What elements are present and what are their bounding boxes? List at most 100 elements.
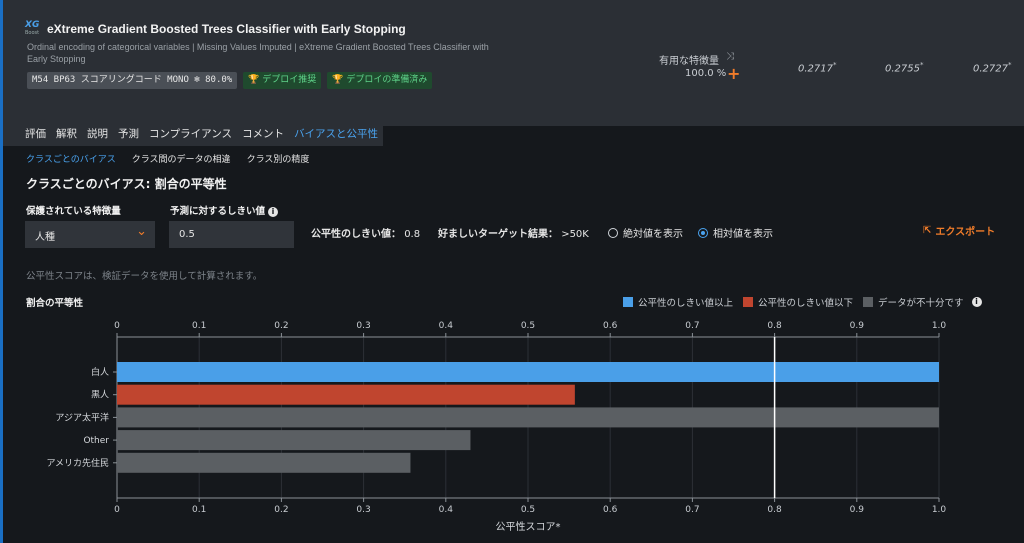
tab-compliance[interactable]: コンプライアンス xyxy=(144,126,238,146)
export-icon: ⇱ xyxy=(923,225,932,236)
y-tick-label: 白人 xyxy=(91,366,109,378)
tab-evaluate[interactable]: 評価 xyxy=(3,126,51,146)
protected-feature-value: 人種 xyxy=(35,232,55,243)
tab-predict[interactable]: 予測 xyxy=(113,126,144,146)
legend-label: 公平性のしきい値以上 xyxy=(638,298,734,309)
y-tick-label: アメリカ先住民 xyxy=(46,457,109,469)
favorable-target: 好ましいターゲット結果： >50K xyxy=(438,225,589,240)
x-tick-label-top: 0.9 xyxy=(850,321,865,331)
radio-relative[interactable]: 相対値を表示 xyxy=(698,225,773,240)
x-tick-label-top: 0.4 xyxy=(439,321,454,331)
favorable-target-label: 好ましいターゲット結果： xyxy=(438,229,558,240)
y-tick-label: 黒人 xyxy=(91,390,109,401)
x-tick-label-bottom: 0.4 xyxy=(439,505,454,515)
y-tick-label: アジア太平洋 xyxy=(55,411,109,423)
info-icon[interactable]: i xyxy=(971,297,982,307)
export-label: エクスポート xyxy=(935,227,996,238)
radio-absolute-label: 絶対値を表示 xyxy=(623,229,683,240)
x-tick-label-top: 0.2 xyxy=(274,321,288,331)
score-value: 0.2727 xyxy=(973,63,1008,75)
model-info-badge: M54 BP63 スコアリングコード MONO ❄ 80.0% xyxy=(27,72,238,89)
fairness-threshold-value: 0.8 xyxy=(404,229,421,240)
legend-item-above: 公平性のしきい値以上 xyxy=(623,295,733,309)
fairness-threshold-label: 公平性のしきい値： xyxy=(311,229,401,240)
model-header: XG Boost eXtreme Gradient Boosted Trees … xyxy=(3,0,1024,126)
x-tick-label-top: 0.6 xyxy=(603,321,618,331)
x-tick-label-top: 0.3 xyxy=(356,321,370,331)
prediction-threshold-input[interactable] xyxy=(169,221,294,248)
score-holdout: 0.2727* xyxy=(973,61,1012,74)
y-tick-label: Other xyxy=(83,436,109,446)
favorable-target-value: >50K xyxy=(561,229,589,240)
score-value: 0.2717 xyxy=(798,63,833,75)
score-mark: * xyxy=(1008,61,1012,69)
main-tabs: 評価 解釈 説明 予測 コンプライアンス コメント バイアスと公平性 xyxy=(3,126,384,146)
bar xyxy=(117,430,471,451)
add-icon[interactable]: + xyxy=(727,64,740,83)
x-tick-label-bottom: 0.1 xyxy=(192,505,206,515)
radio-relative-label: 相対値を表示 xyxy=(713,229,773,240)
bar xyxy=(117,362,939,382)
bar xyxy=(117,407,939,428)
protected-feature-label: 保護されている特徴量 xyxy=(26,206,121,217)
logo-subtext: Boost xyxy=(25,30,40,36)
info-icon[interactable]: i xyxy=(268,207,279,217)
x-tick-label-top: 0.7 xyxy=(685,321,699,331)
subtab-per-class-bias[interactable]: クラスごとのバイアス xyxy=(26,152,116,165)
x-tick-label-bottom: 1.0 xyxy=(932,505,947,515)
score-value: 0.2755 xyxy=(885,63,920,75)
legend-swatch xyxy=(743,297,754,307)
x-tick-label-bottom: 0.5 xyxy=(521,505,535,515)
legend-label: 公平性のしきい値以下 xyxy=(758,298,854,309)
shuffle-icon[interactable]: ⤨ xyxy=(726,51,734,62)
xgboost-logo-icon: XG Boost xyxy=(25,21,41,37)
sub-tabs: クラスごとのバイアス クラス間のデータの相違 クラス別の精度 xyxy=(26,152,309,165)
legend-item-below: 公平性のしきい値以下 xyxy=(743,295,853,309)
subtab-cross-class-disparity[interactable]: クラス間のデータの相違 xyxy=(132,152,231,165)
chart-heading: 割合の平等性 xyxy=(26,298,84,309)
legend-swatch xyxy=(623,297,633,307)
model-title[interactable]: eXtreme Gradient Boosted Trees Classifie… xyxy=(47,22,406,36)
x-tick-label-bottom: 0.3 xyxy=(356,505,370,515)
fairness-bar-chart: 0 0 0.1 0.1 0.2 0.2 0.3 0.3 0.4 0.4 0.5 0.5 0.6 0.6 0.… xyxy=(46,321,947,533)
prediction-threshold-label-group: 予測に対するしきい値 i xyxy=(170,203,279,217)
radio-dot[interactable] xyxy=(608,227,618,238)
legend-swatch xyxy=(863,297,874,307)
tab-comments[interactable]: コメント xyxy=(237,126,290,146)
legend-item-insufficient: データが不十分です i xyxy=(863,295,982,309)
export-button[interactable]: ⇱ エクスポート xyxy=(923,223,995,238)
x-tick-label-bottom: 0.8 xyxy=(767,505,782,515)
score-mark: * xyxy=(833,61,837,69)
x-tick-label-bottom: 0 xyxy=(114,505,120,515)
bar xyxy=(117,384,575,405)
tab-bias-fairness[interactable]: バイアスと公平性 xyxy=(289,126,384,146)
tab-explain[interactable]: 説明 xyxy=(82,126,113,146)
score-crossvalidation: 0.2755* xyxy=(885,61,924,74)
x-tick-label-bottom: 0.2 xyxy=(274,505,288,515)
protected-feature-select[interactable]: 人種 ⌄ xyxy=(25,221,155,248)
recommended-deploy-badge: 🏆 デプロイ推奨 xyxy=(243,72,322,89)
logo-text: XG xyxy=(25,20,40,30)
ready-to-deploy-badge: 🏆 デプロイの準備済み xyxy=(327,72,433,89)
fairness-note: 公平性スコアは、検証データを使用して計算されます。 xyxy=(26,271,263,282)
score-validation: 0.2717* xyxy=(798,61,837,74)
model-badges: M54 BP63 スコアリングコード MONO ❄ 80.0% 🏆 デプロイ推奨… xyxy=(27,72,433,89)
x-tick-label-bottom: 0.6 xyxy=(603,505,618,515)
x-tick-label-top: 1.0 xyxy=(932,321,947,331)
feature-importance-label: 有用な特徴量 xyxy=(659,56,719,67)
radio-dot-selected[interactable] xyxy=(698,227,708,238)
score-mark: * xyxy=(920,61,924,69)
x-tick-label-top: 0 xyxy=(114,321,120,331)
subtab-cross-class-accuracy[interactable]: クラス別の精度 xyxy=(247,152,310,165)
x-tick-label-top: 0.5 xyxy=(521,321,535,331)
x-tick-label-bottom: 0.9 xyxy=(850,505,865,515)
fairness-threshold: 公平性のしきい値： 0.8 xyxy=(311,225,420,240)
x-tick-label-top: 0.1 xyxy=(192,321,206,331)
prediction-threshold-label: 予測に対するしきい値 xyxy=(170,206,266,217)
feature-importance-value: 100.0 % xyxy=(685,68,727,79)
model-description: Ordinal encoding of categorical variable… xyxy=(27,42,489,64)
radio-absolute[interactable]: 絶対値を表示 xyxy=(608,225,683,240)
tab-interpret[interactable]: 解釈 xyxy=(51,126,82,146)
x-axis-label: 公平性スコア* xyxy=(496,520,561,533)
x-tick-label-top: 0.8 xyxy=(767,321,782,331)
